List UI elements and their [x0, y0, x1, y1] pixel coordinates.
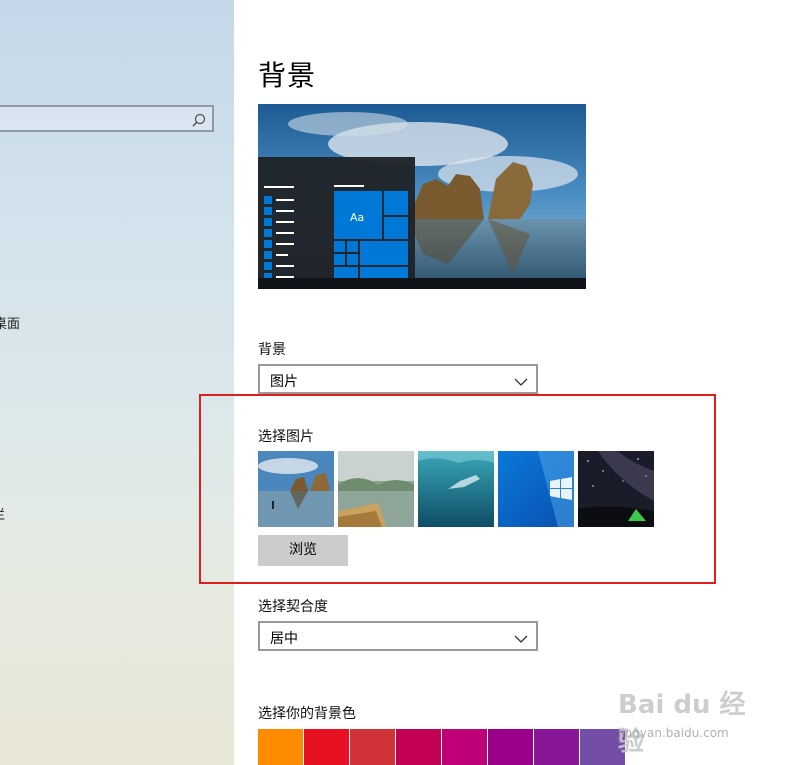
color-swatch[interactable] — [304, 729, 349, 765]
thumbnail-windows-blue[interactable] — [498, 451, 574, 527]
color-swatch[interactable] — [534, 729, 579, 765]
chevron-down-icon — [514, 630, 528, 649]
background-color-label: 选择你的背景色 — [258, 706, 356, 722]
thumbnail-underwater-swimmer[interactable] — [418, 451, 494, 527]
fit-label: 选择契合度 — [258, 599, 328, 615]
browse-button[interactable]: 浏览 — [258, 535, 348, 566]
sidebar-item-desktop[interactable]: 桌面 — [0, 313, 20, 332]
settings-sidebar: 桌面 栏 — [0, 0, 234, 765]
background-dropdown-value: 图片 — [270, 374, 298, 390]
thumbnail-rafts-lake[interactable] — [338, 451, 414, 527]
watermark: Bai du 经验 jingyan.baidu.com — [618, 676, 768, 757]
search-icon[interactable] — [192, 112, 206, 131]
choose-picture-label: 选择图片 — [258, 429, 314, 445]
color-swatch[interactable] — [350, 729, 395, 765]
color-swatch[interactable] — [442, 729, 487, 765]
page-title: 背景 — [258, 59, 317, 92]
background-label: 背景 — [258, 342, 286, 358]
background-dropdown[interactable]: 图片 — [258, 364, 538, 394]
color-swatch[interactable] — [258, 729, 303, 765]
thumbnail-starry-tent[interactable] — [578, 451, 654, 527]
color-swatch[interactable] — [396, 729, 441, 765]
chevron-down-icon — [514, 373, 528, 392]
background-preview: Aa — [258, 104, 586, 289]
color-swatch[interactable] — [488, 729, 533, 765]
fit-dropdown-value: 居中 — [270, 631, 298, 647]
fit-dropdown[interactable]: 居中 — [258, 621, 538, 651]
thumbnail-seaside-arch[interactable] — [258, 451, 334, 527]
preview-tile-text: Aa — [350, 211, 364, 224]
sidebar-item-taskbar[interactable]: 栏 — [0, 504, 5, 523]
search-input[interactable] — [0, 105, 214, 132]
watermark-logo: Bai du 经验 — [618, 690, 746, 757]
watermark-url: jingyan.baidu.com — [618, 726, 729, 740]
